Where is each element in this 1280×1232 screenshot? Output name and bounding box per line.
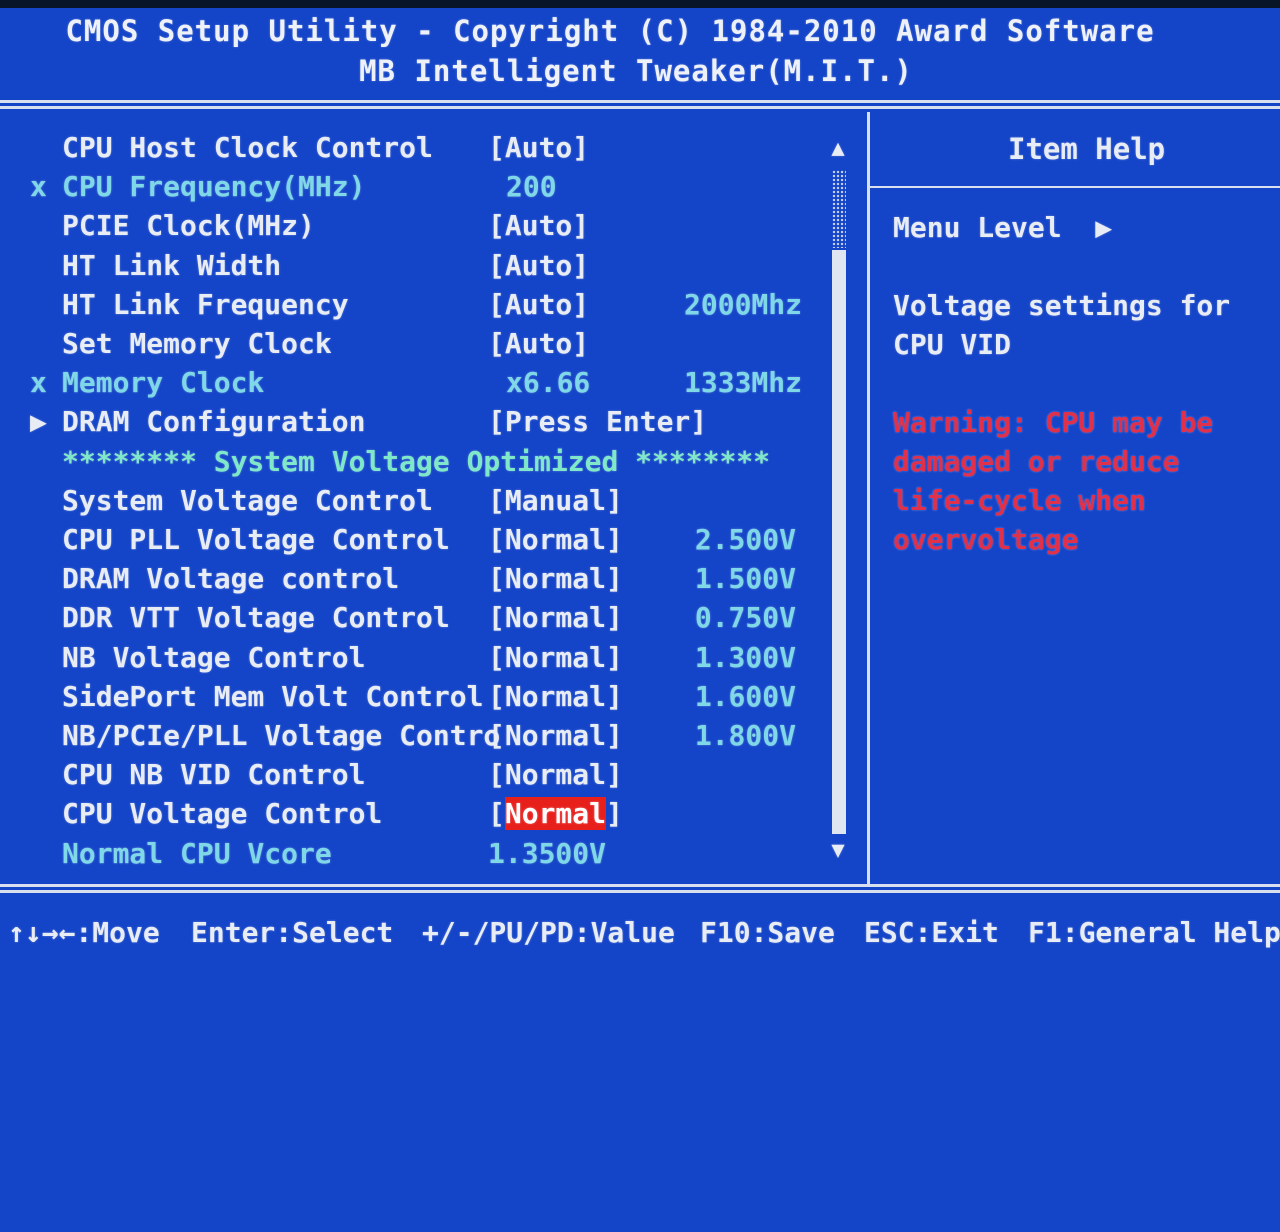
setting-row: CPU Voltage Control [Normal] xyxy=(0,796,830,832)
setting-value[interactable]: [Normal] xyxy=(488,679,623,715)
setting-value[interactable]: [Normal] xyxy=(488,796,623,832)
setting-row: NB Voltage Control [Normal] 1.300V xyxy=(0,640,830,676)
scroll-down-icon[interactable]: ▼ xyxy=(830,838,846,863)
setting-label[interactable]: Set Memory Clock xyxy=(62,326,332,362)
setting-value[interactable]: [Auto] xyxy=(488,130,589,166)
key-select: Enter:Select xyxy=(191,916,394,949)
setting-row: PCIE Clock(MHz) [Auto] xyxy=(0,208,830,244)
setting-value[interactable]: [Normal] xyxy=(488,757,623,793)
section-header: ******** System Voltage Optimized ******… xyxy=(0,444,830,480)
item-help-title: Item Help xyxy=(1008,132,1166,166)
setting-row: x Memory Clock x6.66 1333Mhz xyxy=(0,365,830,401)
setting-row: DRAM Voltage control [Normal] 1.500V xyxy=(0,561,830,597)
help-title-divider xyxy=(870,186,1280,188)
setting-value: x6.66 xyxy=(506,366,591,400)
key-value: +/-/PU/PD:Value xyxy=(422,916,675,949)
scroll-up-icon[interactable]: ▲ xyxy=(830,136,846,161)
setting-row: HT Link Width [Auto] xyxy=(0,248,830,284)
help-warning-line4: overvoltage xyxy=(893,523,1079,556)
setting-label[interactable]: HT Link Frequency xyxy=(62,287,349,323)
setting-row: CPU NB VID Control [Normal] xyxy=(0,757,830,793)
help-warning-line1: Warning: CPU may be xyxy=(893,406,1214,439)
setting-value[interactable]: [Normal] xyxy=(488,522,623,558)
bios-title: CMOS Setup Utility - Copyright (C) 1984-… xyxy=(65,14,1155,48)
setting-label[interactable]: CPU NB VID Control xyxy=(62,757,365,793)
setting-readout: 1.500V xyxy=(694,562,796,596)
setting-label[interactable]: DDR VTT Voltage Control xyxy=(62,600,450,636)
setting-row: Set Memory Clock [Auto] xyxy=(0,326,830,362)
setting-row: CPU PLL Voltage Control [Normal] 2.500V xyxy=(0,522,830,558)
setting-value[interactable]: [Normal] xyxy=(488,718,623,754)
setting-label: Normal CPU Vcore xyxy=(62,836,332,870)
setting-row: HT Link Frequency [Auto] 2000Mhz xyxy=(0,287,830,323)
setting-label[interactable]: CPU Voltage Control xyxy=(62,796,382,832)
setting-label[interactable]: DRAM Configuration xyxy=(62,404,365,440)
key-exit: ESC:Exit xyxy=(864,916,999,949)
scrollbar-thumb[interactable] xyxy=(832,250,846,834)
submenu-arrow-icon: ▶ xyxy=(30,405,47,439)
setting-readout: 1.300V xyxy=(694,640,796,674)
key-help: F1:General Help xyxy=(1028,916,1280,949)
setting-label[interactable]: SidePort Mem Volt Control xyxy=(62,679,483,715)
scrollbar-track[interactable] xyxy=(832,170,846,248)
setting-value[interactable]: [Normal] xyxy=(488,561,623,597)
setting-label[interactable]: CPU PLL Voltage Control xyxy=(62,522,450,558)
key-move: ↑↓→←:Move xyxy=(8,916,160,949)
key-save: F10:Save xyxy=(700,916,835,949)
header-divider-inner xyxy=(0,106,1280,109)
top-bezel xyxy=(0,0,1280,8)
setting-label: Memory Clock xyxy=(62,366,265,400)
setting-value[interactable]: [Normal] xyxy=(488,640,623,676)
disabled-marker: x xyxy=(30,170,47,204)
section-title: ******** System Voltage Optimized ******… xyxy=(62,444,771,478)
selected-value-highlight[interactable]: Normal xyxy=(504,797,607,831)
menu-level: Menu Level ▶ xyxy=(893,211,1113,244)
setting-value: 200 xyxy=(506,170,557,204)
setting-value: 1.3500V xyxy=(488,836,607,870)
setting-label[interactable]: CPU Host Clock Control xyxy=(62,130,433,166)
help-description-line2: CPU VID xyxy=(893,328,1012,361)
setting-row: Normal CPU Vcore 1.3500V xyxy=(0,836,830,872)
setting-row: DDR VTT Voltage Control [Normal] 0.750V xyxy=(0,600,830,636)
setting-value[interactable]: [Press Enter] xyxy=(488,404,707,440)
key-legend: ↑↓→←:Move Enter:Select +/-/PU/PD:Value F… xyxy=(0,910,1280,956)
help-warning-line3: life-cycle when xyxy=(893,484,1146,517)
setting-row: NB/PCIe/PLL Voltage Contro [Normal] 1.800V xyxy=(0,718,830,754)
setting-readout: 1.600V xyxy=(694,679,796,713)
header-divider xyxy=(0,100,1280,103)
setting-value[interactable]: [Auto] xyxy=(488,287,589,323)
setting-label: CPU Frequency(MHz) xyxy=(62,170,366,204)
footer-divider xyxy=(0,884,1280,887)
help-description-line1: Voltage settings for xyxy=(893,289,1231,322)
setting-readout: 1.800V xyxy=(694,719,796,752)
setting-label[interactable]: NB Voltage Control xyxy=(62,640,365,676)
setting-readout: 2.500V xyxy=(694,523,796,556)
setting-readout: 0.750V xyxy=(694,601,796,635)
setting-row: SidePort Mem Volt Control [Normal] 1.600V xyxy=(0,679,830,715)
setting-label[interactable]: NB/PCIe/PLL Voltage Contro xyxy=(62,718,500,754)
setting-row: ▶ DRAM Configuration [Press Enter] xyxy=(0,404,830,440)
setting-value[interactable]: [Auto] xyxy=(488,326,589,362)
setting-label[interactable]: HT Link Width xyxy=(62,248,281,284)
help-warning-line2: damaged or reduce xyxy=(893,445,1180,478)
setting-value[interactable]: [Normal] xyxy=(488,600,623,636)
setting-readout: 2000Mhz xyxy=(684,287,803,321)
setting-label[interactable]: DRAM Voltage control xyxy=(62,561,399,597)
setting-row: System Voltage Control [Manual] xyxy=(0,483,830,519)
panel-divider xyxy=(867,112,870,884)
setting-label[interactable]: PCIE Clock(MHz) xyxy=(62,208,315,244)
setting-value[interactable]: [Auto] xyxy=(488,208,589,244)
setting-readout: 1333Mhz xyxy=(684,366,803,400)
setting-row: CPU Host Clock Control [Auto] xyxy=(0,130,830,166)
setting-row: x CPU Frequency(MHz) 200 xyxy=(0,169,830,205)
disabled-marker: x xyxy=(30,366,47,400)
setting-value[interactable]: [Auto] xyxy=(488,248,589,284)
setting-label[interactable]: System Voltage Control xyxy=(62,483,433,519)
page-title: MB Intelligent Tweaker(M.I.T.) xyxy=(359,54,913,88)
footer-divider-inner xyxy=(0,890,1280,893)
setting-value[interactable]: [Manual] xyxy=(488,483,623,519)
